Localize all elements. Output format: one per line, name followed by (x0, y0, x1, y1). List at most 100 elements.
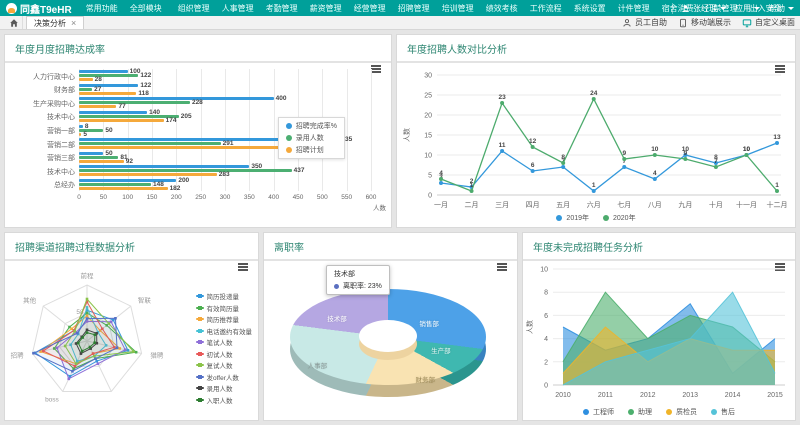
pie-chart-canvas[interactable]: 技术部 离职率: 23% 销售部生产部财务部人事部技术部 (264, 261, 517, 420)
nav-item-8[interactable]: 招聘管理 (392, 3, 436, 14)
bar-chart-canvas[interactable]: 050100150200250300350400450500550600人数人力… (5, 63, 391, 227)
nav-item-9[interactable]: 培训管理 (436, 3, 480, 14)
legend-marker (286, 123, 292, 129)
x-tick-label: 200 (171, 194, 182, 201)
bar-value-label: 400 (276, 95, 287, 102)
navbar-dropdown-2[interactable]: 帮助 (769, 3, 794, 14)
legend-marker (196, 399, 204, 401)
chart-legend: 简历投递量有效简历量简历推荐量电话邀约有效量笔试人数初试人数复试人数发offer… (196, 291, 253, 405)
bar-录用人数 (79, 101, 190, 104)
legend-item[interactable]: 有效简历量 (196, 303, 253, 313)
legend-item[interactable]: 招聘完成率% (286, 121, 337, 131)
legend-item[interactable]: 笔试人数 (196, 337, 253, 347)
data-point (622, 165, 626, 169)
data-point (500, 149, 504, 153)
legend-item[interactable]: 录用人数 (286, 133, 337, 143)
x-tick-label: 2015 (767, 392, 783, 399)
nav-item-1[interactable]: 常用功能 (80, 3, 124, 14)
top-row: 年度月度招聘达成率 050100150200250300350400450500… (4, 34, 796, 228)
tool-monitor[interactable]: 自定义桌面 (742, 17, 795, 28)
legend-label: 招聘完成率% (296, 121, 337, 131)
data-point (439, 177, 443, 181)
chevron-down-icon (754, 7, 760, 10)
legend-item[interactable]: 招聘计划 (286, 145, 337, 155)
nav-item-4[interactable]: 人事管理 (216, 3, 260, 14)
legend-item[interactable]: 2019年 (556, 213, 589, 223)
chart-legend: 工程师 助理 质检员 售后 (523, 407, 795, 417)
line-chart-canvas[interactable]: 051015202530人数一月二月三月四月五月六月七月八月九月十月十一月十二月… (397, 63, 795, 227)
user-menu[interactable]: 张经理 (681, 3, 726, 14)
x-tick-label: 50 (100, 194, 107, 201)
panel-title: 年度月度招聘达成率 (15, 45, 105, 56)
pie-slice-label-人事部: 人事部 (308, 360, 328, 370)
bar-录用人数 (79, 88, 92, 91)
data-point (439, 181, 443, 185)
x-tick-label: 十月 (709, 200, 723, 209)
point-label: 11 (499, 142, 506, 149)
tool-label: 自定义桌面 (755, 17, 795, 28)
x-tick-label: 2011 (598, 392, 613, 399)
line-chart-svg: 051015202530人数一月二月三月四月五月六月七月八月九月十月十一月十二月… (397, 63, 793, 227)
legend-label: 初试人数 (207, 349, 233, 359)
legend-item[interactable]: 录用人数 (196, 383, 253, 393)
nav-item-5[interactable]: 考勤管理 (260, 3, 304, 14)
legend-item[interactable]: 初试人数 (196, 349, 253, 359)
navbar-dropdown-1[interactable]: 应用 (735, 3, 760, 14)
x-tick-label: 550 (341, 194, 352, 201)
point-label: 23 (498, 94, 506, 101)
legend-item[interactable]: 复试人数 (196, 360, 253, 370)
legend-item[interactable]: 入职人数 (196, 395, 253, 405)
x-tick-label: 350 (244, 194, 255, 201)
legend-marker (196, 318, 204, 320)
nav-item-7[interactable]: 经营管理 (348, 3, 392, 14)
legend-item[interactable]: 2020年 (603, 213, 636, 223)
legend-label: 招聘计划 (296, 145, 324, 155)
legend-marker (196, 376, 204, 378)
point-label: 6 (531, 162, 535, 169)
tab-decision-analysis[interactable]: 决策分析 × (26, 16, 84, 29)
gridline (347, 69, 348, 191)
category-label: 营销三部 (7, 153, 75, 163)
bar-招聘完成率% (79, 165, 249, 168)
pie-slice-label-财务部: 财务部 (415, 374, 435, 384)
y-axis-name: 人数 (525, 320, 534, 334)
tool-user[interactable]: 员工自助 (622, 17, 667, 28)
legend-item[interactable]: 电话邀约有效量 (196, 326, 253, 336)
radar-point (77, 342, 80, 345)
bar-value-label: 283 (219, 171, 230, 178)
nav-item-12[interactable]: 系统设置 (568, 3, 612, 14)
legend-item[interactable]: 质检员 (666, 407, 697, 417)
nav-item-13[interactable]: 计件管理 (612, 3, 656, 14)
legend-label: 入职人数 (207, 395, 233, 405)
legend-item[interactable]: 简历投递量 (196, 291, 253, 301)
legend-item[interactable]: 工程师 (583, 407, 614, 417)
nav-item-11[interactable]: 工作流程 (524, 3, 568, 14)
bar-招聘计划 (79, 119, 164, 122)
nav-item-2[interactable]: 全部模块 (124, 3, 168, 14)
legend-item[interactable]: 助理 (628, 407, 652, 417)
area-chart-canvas[interactable]: 0246810人数201020112012201320142015工程师助理质检… (523, 261, 795, 420)
x-tick-label: 150 (147, 194, 158, 201)
chart-legend: 2019年 2020年 (397, 213, 795, 223)
radar-point (94, 333, 97, 336)
radar-point (80, 352, 83, 355)
radar-point (76, 332, 79, 335)
app-logo[interactable]: 同鑫T9eHR (6, 1, 72, 16)
bar-value-label: 228 (192, 99, 203, 106)
radar-chart-canvas[interactable]: 前程智联猎聘58boss招聘其他简历投递量有效简历量简历推荐量电话邀约有效量笔试… (5, 261, 258, 420)
nav-item-3[interactable]: 组织管理 (172, 3, 216, 14)
legend-marker (196, 353, 204, 355)
nav-item-10[interactable]: 绩效考核 (480, 3, 524, 14)
tab-close-icon[interactable]: × (71, 19, 76, 28)
x-tick-label: 100 (122, 194, 133, 201)
tool-mobile-user[interactable]: 移动端展示 (678, 17, 731, 28)
legend-item[interactable]: 简历推荐量 (196, 314, 253, 324)
nav-item-6[interactable]: 薪资管理 (304, 3, 348, 14)
bar-value-label: 118 (138, 90, 149, 97)
home-button[interactable] (5, 16, 23, 29)
app-title: 同鑫T9eHR (20, 1, 72, 16)
point-label: 10 (651, 146, 659, 153)
legend-item[interactable]: 发offer人数 (196, 372, 253, 382)
radar-point (135, 351, 138, 354)
legend-item[interactable]: 售后 (711, 407, 735, 417)
